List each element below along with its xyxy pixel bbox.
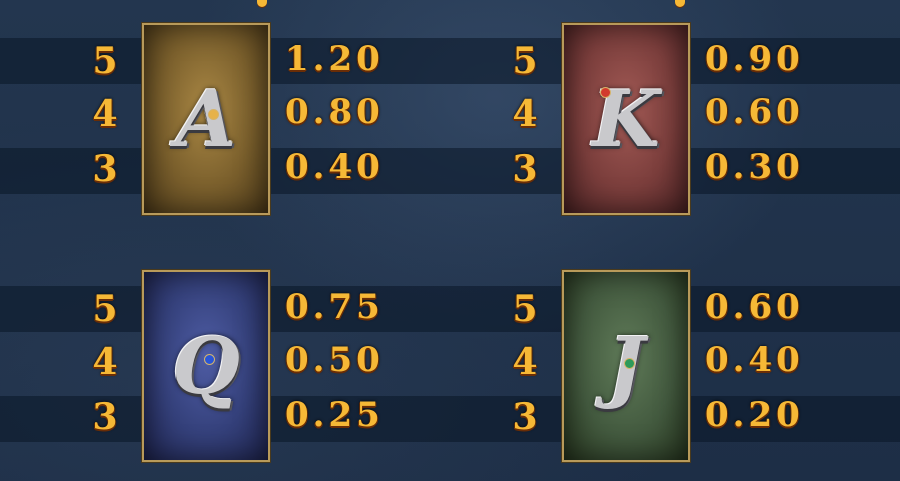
gem-icon (208, 109, 219, 120)
payout-value: 0.30 (705, 147, 804, 187)
symbol-count: 4 (92, 93, 118, 135)
gem-icon (600, 87, 611, 98)
gem-icon (624, 358, 635, 369)
payout-value: 0.90 (705, 39, 804, 79)
symbol-card-q: Q (142, 270, 270, 462)
letter-q-symbol-icon: Q (172, 320, 240, 412)
payout-value: 0.60 (705, 287, 804, 327)
symbol-count: 4 (92, 341, 118, 383)
symbol-count: 5 (92, 288, 118, 330)
payout-value: 0.40 (705, 340, 804, 380)
payout-value: 1.20 (285, 39, 384, 79)
symbol-count: 3 (92, 148, 118, 190)
payout-value: 0.20 (705, 395, 804, 435)
payout-value: 0.40 (285, 147, 384, 187)
symbol-count: 4 (512, 341, 538, 383)
symbol-count: 5 (512, 40, 538, 82)
symbol-count: 3 (92, 396, 118, 438)
symbol-count: 3 (512, 396, 538, 438)
payout-value: 0.25 (285, 395, 384, 435)
symbol-card-a: A (142, 23, 270, 215)
symbol-count: 3 (512, 148, 538, 190)
payout-value: 0.50 (285, 340, 384, 380)
payout-value: 0.75 (285, 287, 384, 327)
symbol-count: 4 (512, 93, 538, 135)
payout-value: 0.80 (285, 92, 384, 132)
symbol-card-j: J (562, 270, 690, 462)
payout-value: 0.60 (705, 92, 804, 132)
symbol-card-k: K (562, 23, 690, 215)
symbol-count: 5 (92, 40, 118, 82)
letter-a-symbol-icon: A (175, 73, 237, 165)
symbol-count: 5 (512, 288, 538, 330)
gem-icon (204, 354, 215, 365)
